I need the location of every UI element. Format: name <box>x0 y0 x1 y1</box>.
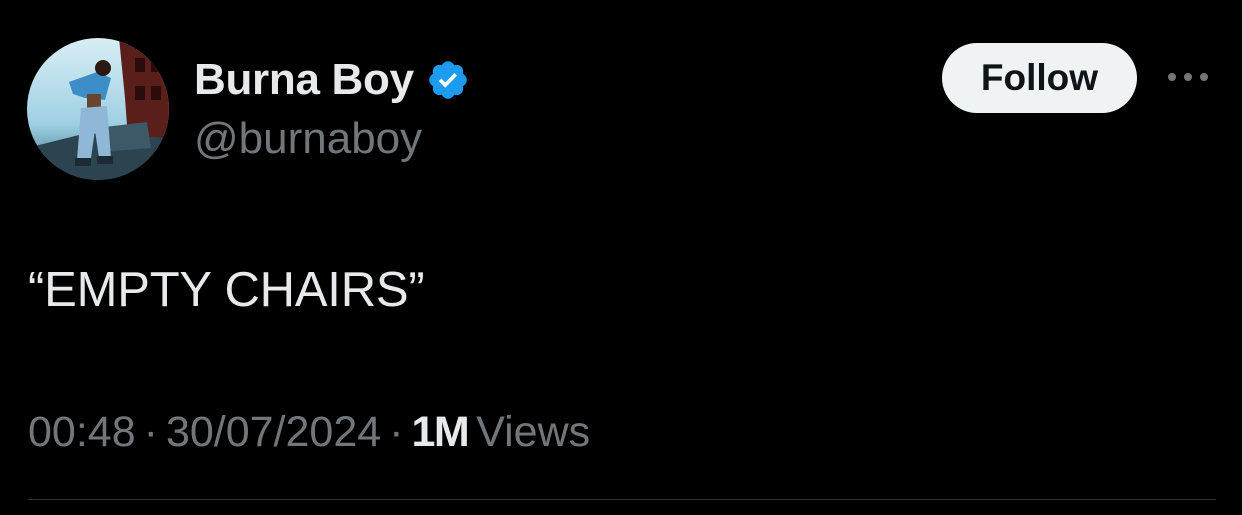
divider <box>28 499 1216 500</box>
avatar[interactable] <box>27 38 169 180</box>
tweet-time[interactable]: 00:48 <box>28 408 136 456</box>
meta-separator: · <box>143 408 158 456</box>
tweet: Burna Boy @burnaboy Follow “EMPTY CHAIRS… <box>0 0 1242 515</box>
profile-photo <box>27 38 169 180</box>
tweet-date[interactable]: 30/07/2024 <box>166 408 381 456</box>
follow-button[interactable]: Follow <box>942 43 1137 113</box>
display-name[interactable]: Burna Boy <box>194 55 414 105</box>
tweet-meta: 00:48 · 30/07/2024 · 1M Views <box>28 408 590 457</box>
views-count: 1M <box>411 408 469 456</box>
views-label: Views <box>476 408 591 456</box>
meta-separator: · <box>389 408 404 456</box>
more-horizontal-icon[interactable] <box>1166 62 1210 92</box>
user-handle[interactable]: @burnaboy <box>194 114 422 164</box>
name-row: Burna Boy <box>194 52 470 108</box>
verified-badge-icon[interactable] <box>426 58 470 102</box>
tweet-text: “EMPTY CHAIRS” <box>28 263 425 317</box>
